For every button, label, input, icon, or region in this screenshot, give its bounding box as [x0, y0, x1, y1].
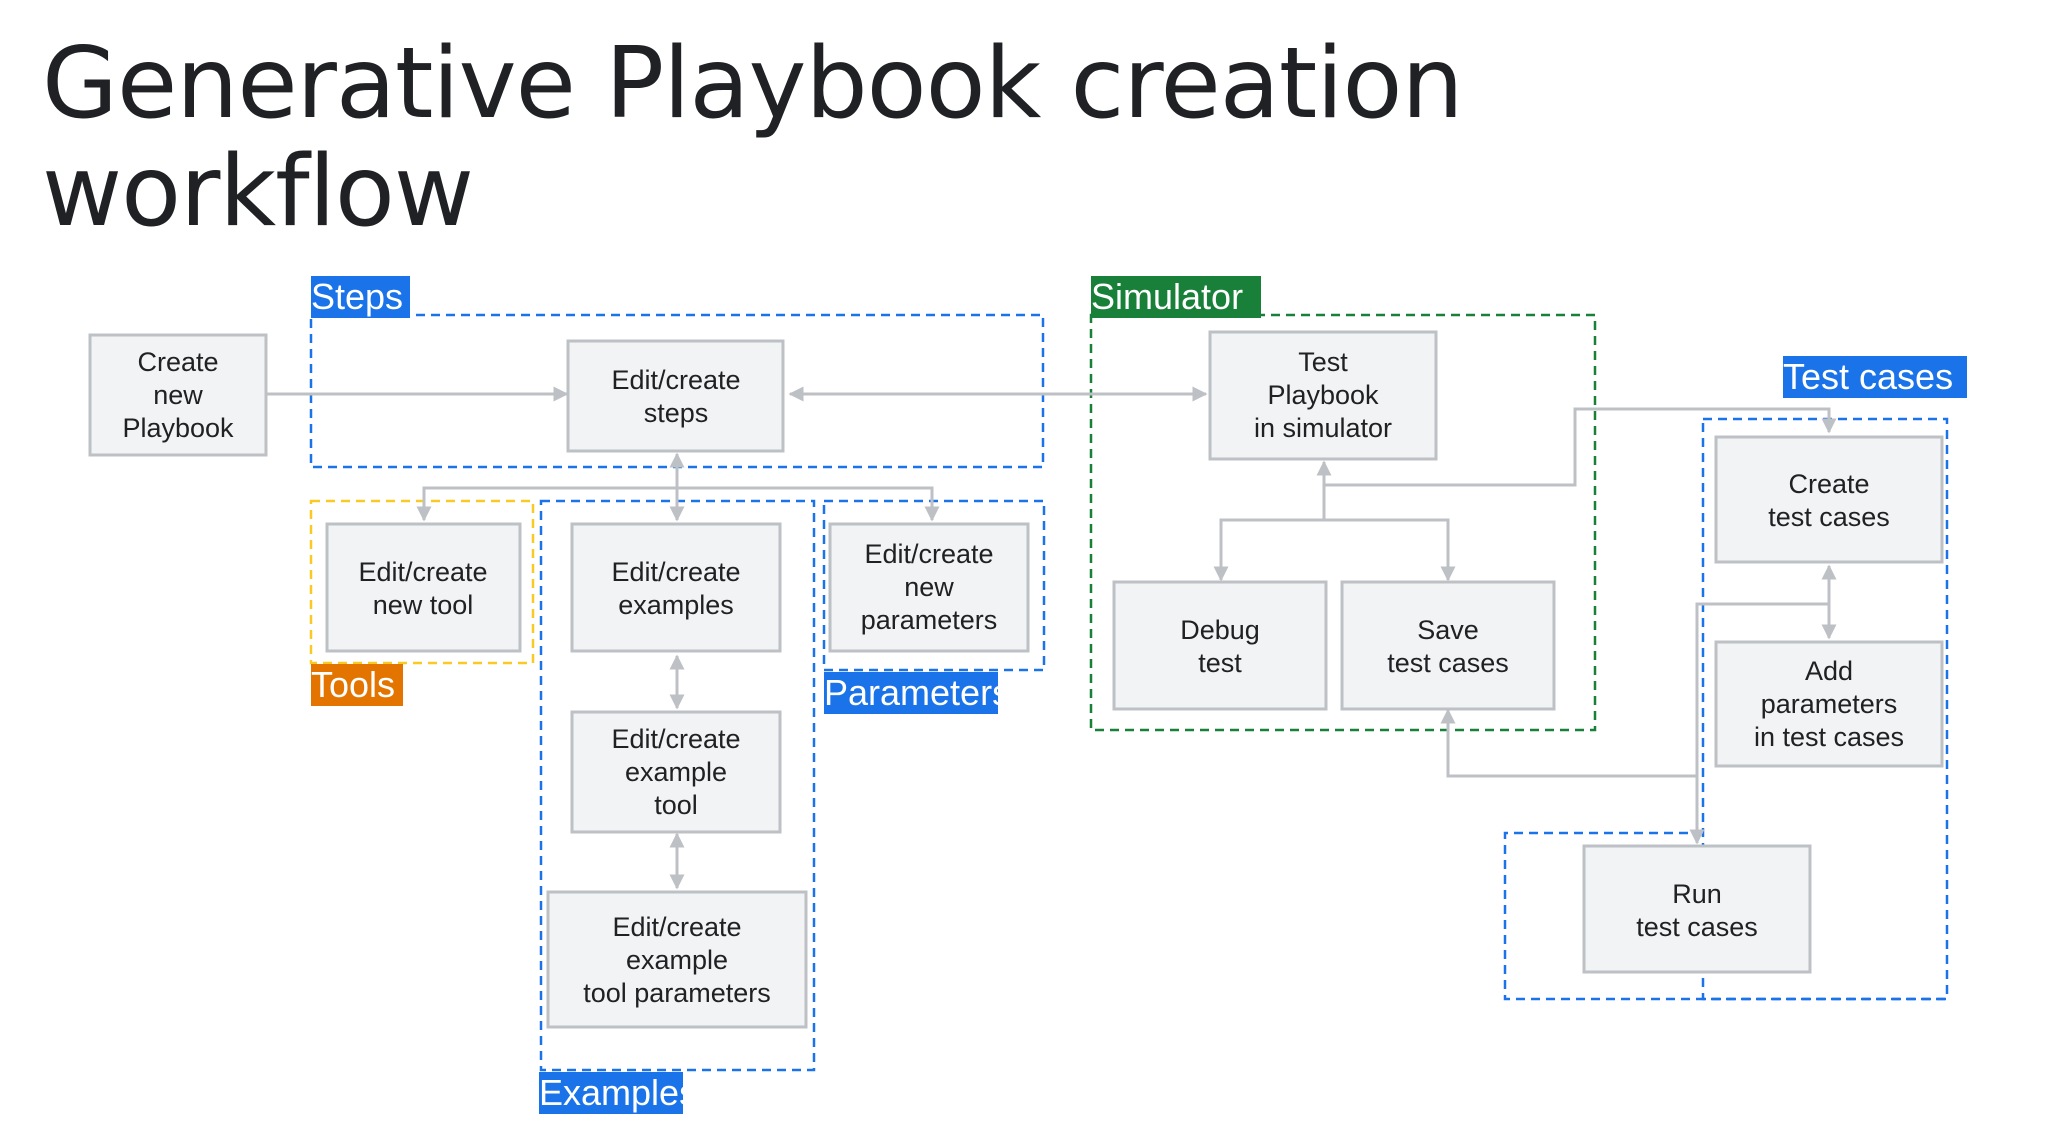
node-test-playbook-line-2: Playbook — [1267, 380, 1379, 410]
node-save-test-cases-line-1: Save — [1417, 615, 1479, 645]
node-add-parameters-line-3: in test cases — [1754, 722, 1904, 752]
node-create-test-cases: Create test cases — [1714, 435, 1944, 564]
node-edit-example-tool-line-2: example — [625, 757, 727, 787]
node-add-parameters-line-2: parameters — [1761, 689, 1898, 719]
group-tag-simulator: Simulator — [1091, 276, 1261, 318]
node-edit-example-tool-line-1: Edit/create — [611, 724, 740, 754]
node-edit-examples-line-1: Edit/create — [611, 557, 740, 587]
node-run-test-cases-line-1: Run — [1672, 879, 1722, 909]
node-run-test-cases: Run test cases — [1582, 844, 1812, 974]
node-edit-parameters: Edit/create new parameters — [828, 522, 1030, 653]
group-tag-parameters-label: Parameters — [824, 672, 1010, 713]
node-create-playbook-line-3: Playbook — [122, 413, 234, 443]
node-edit-example-tool: Edit/create example tool — [570, 710, 782, 834]
node-add-parameters-line-1: Add — [1805, 656, 1853, 686]
node-edit-steps-line-1: Edit/create — [611, 365, 740, 395]
group-tag-examples-label: Examples — [539, 1072, 697, 1113]
node-save-test-cases-line-2: test cases — [1387, 648, 1509, 678]
node-create-playbook-line-1: Create — [137, 347, 218, 377]
group-tag-parameters: Parameters — [824, 672, 1010, 714]
node-test-playbook-line-1: Test — [1298, 347, 1348, 377]
node-save-test-cases: Save test cases — [1340, 580, 1556, 711]
node-edit-example-tool-line-3: tool — [654, 790, 698, 820]
node-create-test-cases-line-2: test cases — [1768, 502, 1890, 532]
node-edit-example-tool-params-line-2: example — [626, 945, 728, 975]
group-tag-test-cases-label: Test cases — [1783, 356, 1953, 397]
group-tag-steps-label: Steps — [311, 276, 403, 317]
node-create-playbook: Create new Playbook — [88, 333, 268, 457]
group-tag-examples: Examples — [539, 1072, 697, 1114]
node-edit-example-tool-params-line-1: Edit/create — [612, 912, 741, 942]
group-tag-tools-label: Tools — [311, 664, 395, 705]
node-edit-tool-line-2: new tool — [373, 590, 474, 620]
node-edit-example-tool-params: Edit/create example tool parameters — [546, 890, 808, 1029]
node-add-parameters: Add parameters in test cases — [1714, 640, 1944, 768]
group-tag-simulator-label: Simulator — [1091, 276, 1243, 317]
group-tag-test-cases: Test cases — [1783, 356, 1967, 398]
node-edit-steps: Edit/create steps — [566, 339, 785, 453]
node-debug-test-line-2: test — [1198, 648, 1242, 678]
node-edit-tool: Edit/create new tool — [325, 522, 522, 653]
node-debug-test-line-1: Debug — [1180, 615, 1260, 645]
connector-run-to-save — [1440, 708, 1697, 778]
node-create-test-cases-line-1: Create — [1788, 469, 1869, 499]
node-create-playbook-line-2: new — [153, 380, 203, 410]
workflow-diagram: Steps Tools Examples Parameters Simulato… — [88, 276, 1967, 1114]
node-test-playbook: Test Playbook in simulator — [1208, 330, 1438, 461]
node-edit-tool-line-1: Edit/create — [358, 557, 487, 587]
node-edit-examples-line-2: examples — [618, 590, 734, 620]
connector-sim-branch — [1219, 518, 1456, 582]
node-edit-examples: Edit/create examples — [570, 522, 782, 653]
group-tag-tools: Tools — [311, 664, 403, 706]
node-edit-parameters-line-2: new — [904, 572, 954, 602]
node-test-playbook-line-3: in simulator — [1254, 413, 1392, 443]
node-edit-example-tool-params-line-3: tool parameters — [583, 978, 771, 1008]
node-edit-parameters-line-1: Edit/create — [864, 539, 993, 569]
node-edit-steps-line-2: steps — [644, 398, 709, 428]
node-debug-test: Debug test — [1112, 580, 1328, 711]
node-edit-parameters-line-3: parameters — [861, 605, 998, 635]
node-run-test-cases-line-2: test cases — [1636, 912, 1758, 942]
group-tag-steps: Steps — [311, 276, 410, 318]
